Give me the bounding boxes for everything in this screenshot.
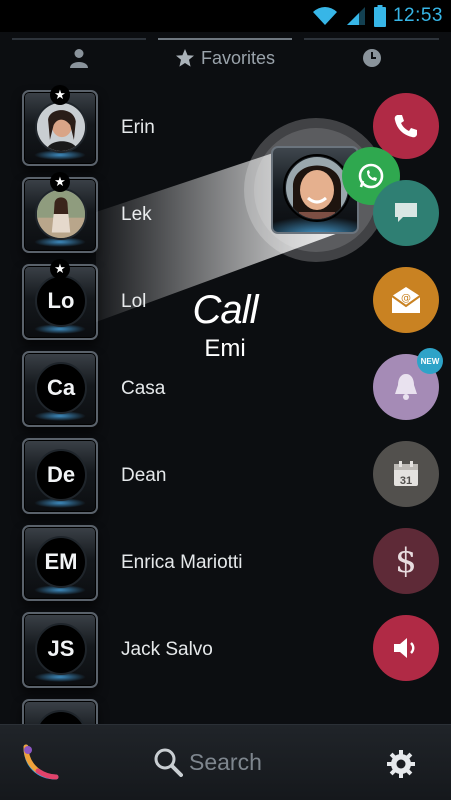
- signal-icon: [346, 7, 365, 25]
- avatar: [22, 699, 98, 724]
- favorite-star-icon: ★: [50, 172, 70, 192]
- calendar-day: 31: [399, 475, 413, 487]
- status-time: 12:53: [392, 5, 443, 26]
- calendar-button[interactable]: 31: [373, 441, 439, 507]
- search-placeholder: Search: [189, 749, 262, 775]
- tab-favorites[interactable]: Favorites: [158, 32, 292, 84]
- contact-photo: [35, 188, 87, 240]
- call-action-label: Call: [192, 288, 259, 332]
- avatar-initials: Lo: [47, 288, 75, 313]
- status-bar: 12:53: [0, 0, 451, 32]
- new-badge: NEW: [417, 348, 443, 374]
- bell-icon: [395, 374, 417, 400]
- tab-recents[interactable]: [304, 32, 439, 84]
- favorite-star-icon: ★: [50, 85, 70, 105]
- contact-name: Casa: [121, 378, 166, 399]
- contact-name: Lol: [121, 291, 147, 312]
- avatar-initials-circle: Ca: [35, 362, 87, 414]
- avatar-initials: Ca: [46, 375, 76, 400]
- message-button[interactable]: [373, 180, 439, 246]
- star-icon: [175, 49, 194, 67]
- phone-icon: [394, 115, 417, 138]
- contact-name: Enrica Mariotti: [121, 552, 243, 573]
- tab-indicator: [12, 38, 146, 40]
- envelope-icon: @: [391, 287, 421, 313]
- avatar-initials-circle: JS: [35, 623, 87, 675]
- whatsapp-icon: [358, 163, 384, 189]
- avatar: Ca: [22, 351, 98, 427]
- speaker-button[interactable]: [373, 615, 439, 681]
- bottom-bar: Search: [0, 724, 451, 800]
- contact-name: Dean: [121, 465, 167, 486]
- app-logo-icon[interactable]: [20, 743, 60, 783]
- svg-text:@: @: [401, 293, 411, 304]
- tab-contacts[interactable]: [12, 32, 146, 84]
- avatar: JS: [22, 612, 98, 688]
- gear-icon[interactable]: [386, 749, 416, 779]
- email-button[interactable]: @: [373, 267, 439, 333]
- speaker-icon: [394, 638, 415, 658]
- avatar-initials-circle: De: [35, 449, 87, 501]
- tab-indicator-active: [158, 38, 292, 40]
- reminder-button[interactable]: NEW: [373, 348, 443, 420]
- favorite-star-icon: ★: [50, 259, 70, 279]
- chat-bubble-icon: [395, 203, 417, 222]
- contact-photo: [35, 101, 87, 153]
- avatar-initials-circle: Lo: [35, 275, 87, 327]
- person-icon: [70, 49, 88, 68]
- tab-indicator: [304, 38, 439, 40]
- avatar: De: [22, 438, 98, 514]
- avatar-initials-circle: [35, 710, 87, 724]
- dollar-icon: $: [395, 541, 417, 581]
- avatar: EM: [22, 525, 98, 601]
- search-icon: [154, 748, 183, 777]
- avatar-initials: De: [46, 462, 76, 487]
- payment-button[interactable]: $: [373, 528, 439, 594]
- avatar-initials-circle: EM: [35, 536, 87, 588]
- call-contact-name: Emi: [204, 335, 246, 362]
- contact-name: Jack Salvo: [121, 639, 213, 660]
- clock-icon: [362, 49, 381, 67]
- avatar-initials: JS: [47, 636, 75, 661]
- contact-name: Erin: [121, 117, 155, 138]
- contact-name: Lek: [121, 204, 152, 225]
- battery-icon: [373, 5, 386, 27]
- search-bar[interactable]: Search: [150, 725, 310, 800]
- tab-favorites-label: Favorites: [200, 47, 276, 68]
- avatar-initials: EM: [44, 549, 78, 574]
- call-callout: Call Emi: [170, 288, 280, 363]
- quick-actions: @ NEW 31 $: [342, 84, 443, 704]
- wifi-icon: [312, 7, 337, 25]
- tab-bar: Favorites: [0, 32, 451, 84]
